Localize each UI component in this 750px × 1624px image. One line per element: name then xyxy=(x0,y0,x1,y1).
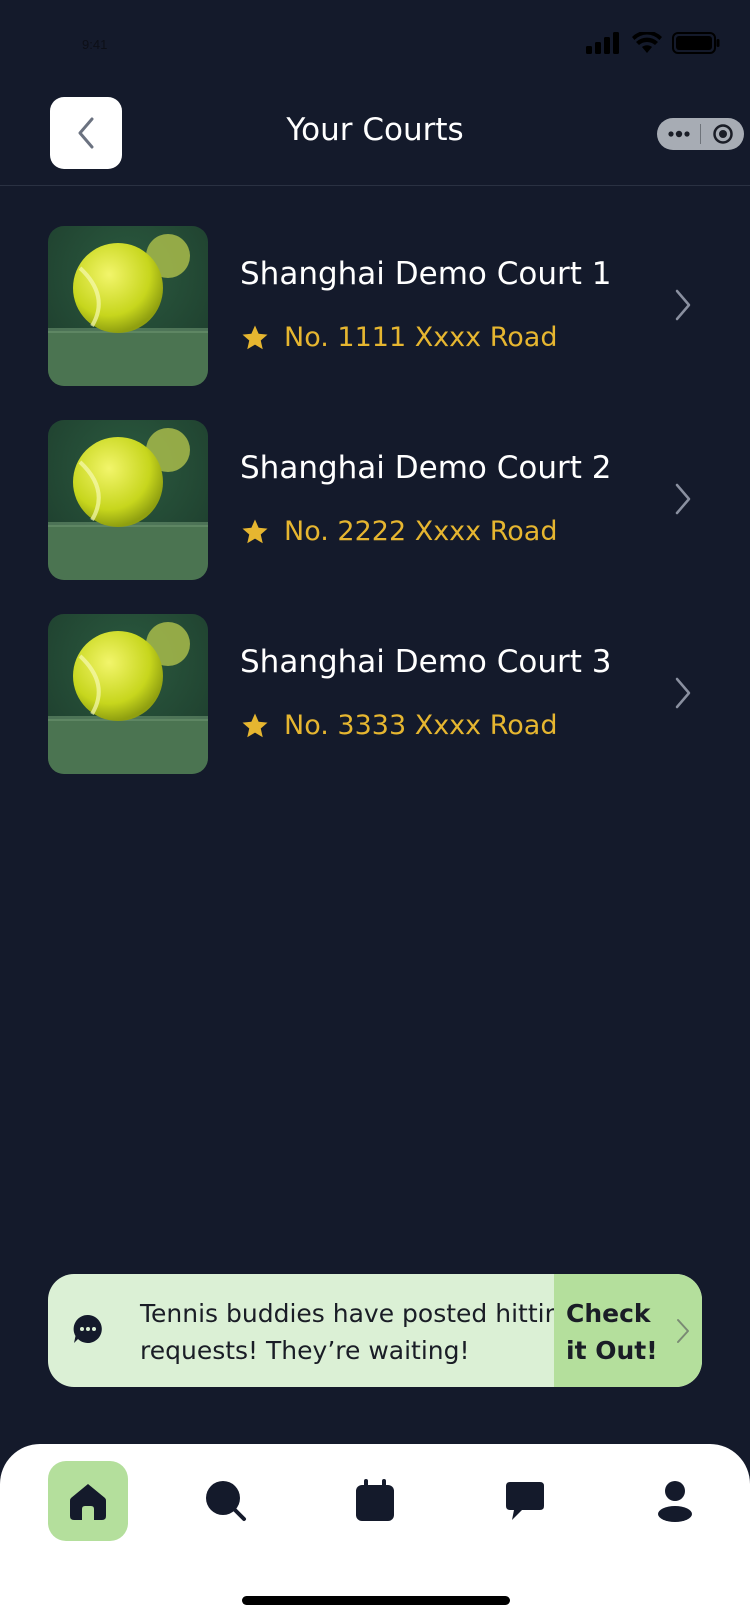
court-name: Shanghai Demo Court 1 xyxy=(240,256,612,292)
message-icon xyxy=(506,1482,544,1520)
hitting-requests-banner[interactable]: Tennis buddies have posted hitting reque… xyxy=(48,1274,702,1387)
tab-calendar[interactable] xyxy=(335,1461,415,1541)
court-list-item[interactable]: Shanghai Demo Court 3 No. 3333 Xxxx Road xyxy=(48,614,708,774)
court-address-row: No. 1111 Xxxx Road xyxy=(240,322,557,353)
tab-messages[interactable] xyxy=(485,1461,565,1541)
check-it-out-label: Check it Out! xyxy=(566,1299,658,1365)
court-thumbnail xyxy=(48,226,208,386)
status-time: 9:41 xyxy=(82,37,108,52)
battery-icon xyxy=(672,32,720,54)
profile-icon xyxy=(658,1481,692,1522)
court-address: No. 1111 Xxxx Road xyxy=(284,322,558,353)
chevron-right-icon xyxy=(675,289,691,321)
more-dots-icon xyxy=(667,130,690,138)
close-mini-program-button[interactable] xyxy=(701,118,744,150)
tab-search[interactable] xyxy=(186,1461,266,1541)
more-button[interactable] xyxy=(657,118,700,150)
court-address: No. 2222 Xxxx Road xyxy=(284,516,558,547)
chat-bubble-icon xyxy=(73,1314,102,1343)
check-it-out-button[interactable]: Check it Out! xyxy=(554,1274,702,1387)
status-icons xyxy=(586,32,720,54)
star-icon xyxy=(242,519,268,543)
status-bar: 9:41 xyxy=(0,0,750,92)
page-title: Your Courts xyxy=(286,112,464,148)
mini-program-capsule xyxy=(657,118,744,150)
tennis-ball-image xyxy=(48,420,208,580)
chevron-right-icon xyxy=(677,1319,689,1343)
court-thumbnail xyxy=(48,420,208,580)
court-thumbnail xyxy=(48,614,208,774)
home-icon xyxy=(70,1484,106,1520)
tennis-ball-image xyxy=(48,226,208,386)
court-address-row: No. 2222 Xxxx Road xyxy=(240,516,557,547)
court-name: Shanghai Demo Court 2 xyxy=(240,450,612,486)
signal-icon xyxy=(586,32,619,54)
star-icon xyxy=(242,325,268,349)
chevron-right-icon xyxy=(675,677,691,709)
calendar-icon xyxy=(356,1479,394,1521)
tab-bar xyxy=(0,1444,750,1624)
court-list-item[interactable]: Shanghai Demo Court 2 No. 2222 Xxxx Road xyxy=(48,420,708,580)
search-icon xyxy=(206,1481,246,1521)
chevron-right-icon xyxy=(675,483,691,515)
target-icon xyxy=(712,124,733,144)
navigation-bar: Your Courts xyxy=(0,92,750,186)
court-name: Shanghai Demo Court 3 xyxy=(240,644,612,680)
wifi-icon xyxy=(632,32,662,53)
court-address: No. 3333 Xxxx Road xyxy=(284,710,558,741)
court-list-item[interactable]: Shanghai Demo Court 1 No. 1111 Xxxx Road xyxy=(48,226,708,386)
tab-home[interactable] xyxy=(48,1461,128,1541)
banner-message: Tennis buddies have posted hitting reque… xyxy=(140,1299,577,1365)
home-indicator xyxy=(242,1596,510,1605)
tab-profile[interactable] xyxy=(635,1461,715,1541)
court-list: Shanghai Demo Court 1 No. 1111 Xxxx Road xyxy=(48,226,708,808)
star-icon xyxy=(242,713,268,737)
tennis-ball-image xyxy=(48,614,208,774)
court-address-row: No. 3333 Xxxx Road xyxy=(240,710,557,741)
